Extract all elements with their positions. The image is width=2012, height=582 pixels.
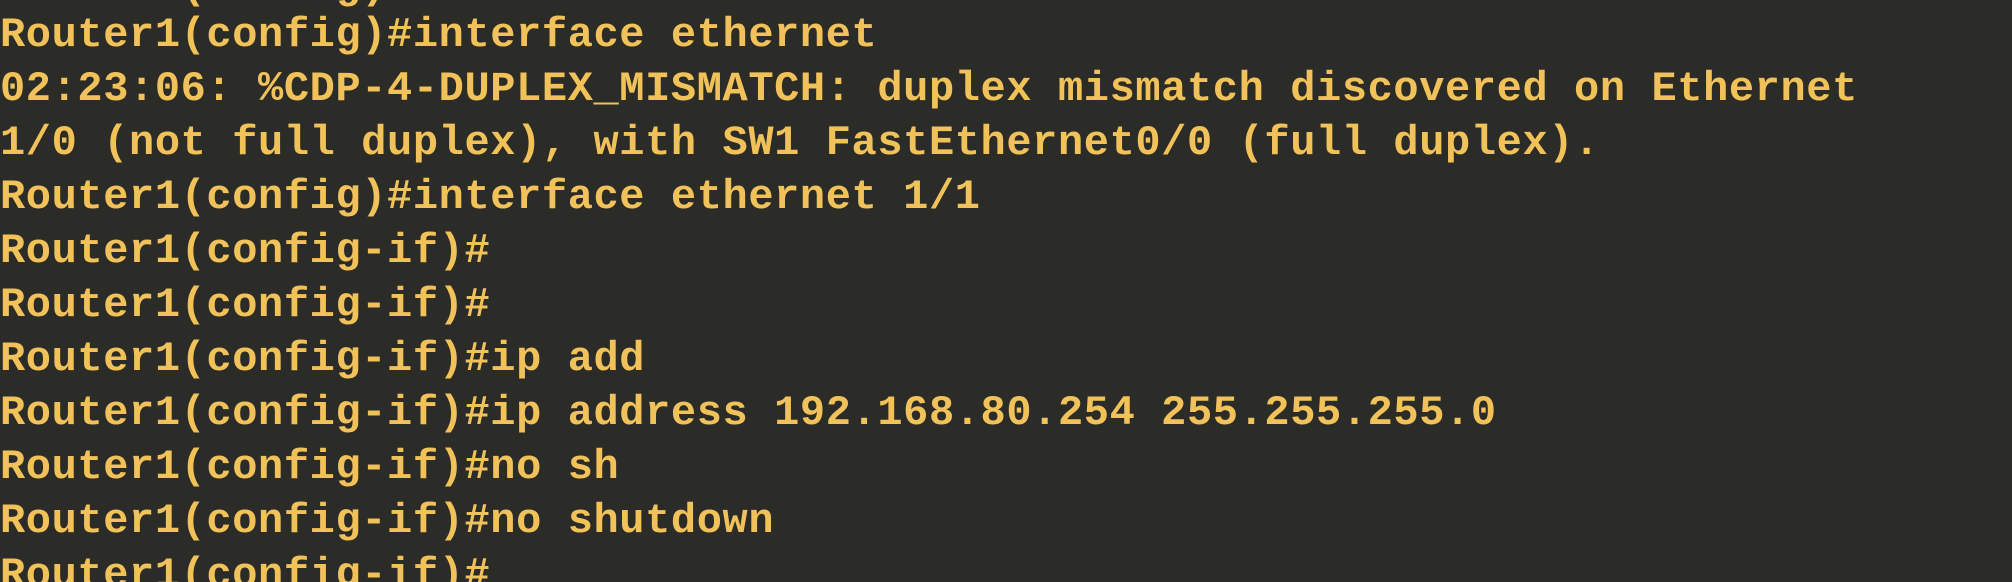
terminal-line: Router1(config-if)#ip address 192.168.80… <box>0 389 1497 437</box>
terminal-line: Router1(config-if)#no sh <box>0 443 620 491</box>
terminal-line: Router1(config-if)#ip add <box>0 335 646 383</box>
terminal-line: Router1(config-if)# <box>0 281 491 329</box>
terminal-line: Router1(config-if)# <box>0 227 491 275</box>
terminal-line: 1/0 (not full duplex), with SW1 FastEthe… <box>0 119 1600 167</box>
terminal-line: Router1(config)#interface ethernet <box>0 11 878 59</box>
terminal-line: 02:23:06: %CDP-4-DUPLEX_MISMATCH: duplex… <box>0 65 1858 113</box>
terminal-prompt-line: Router1(config-if)# <box>0 551 491 582</box>
terminal-line: Router1(config)#interface ethernet 1/1 <box>0 173 981 221</box>
terminal-window[interactable]: Router1(config)# Router1(config)#interfa… <box>0 0 2012 582</box>
terminal-line: Router1(config-if)#no shutdown <box>0 497 775 545</box>
